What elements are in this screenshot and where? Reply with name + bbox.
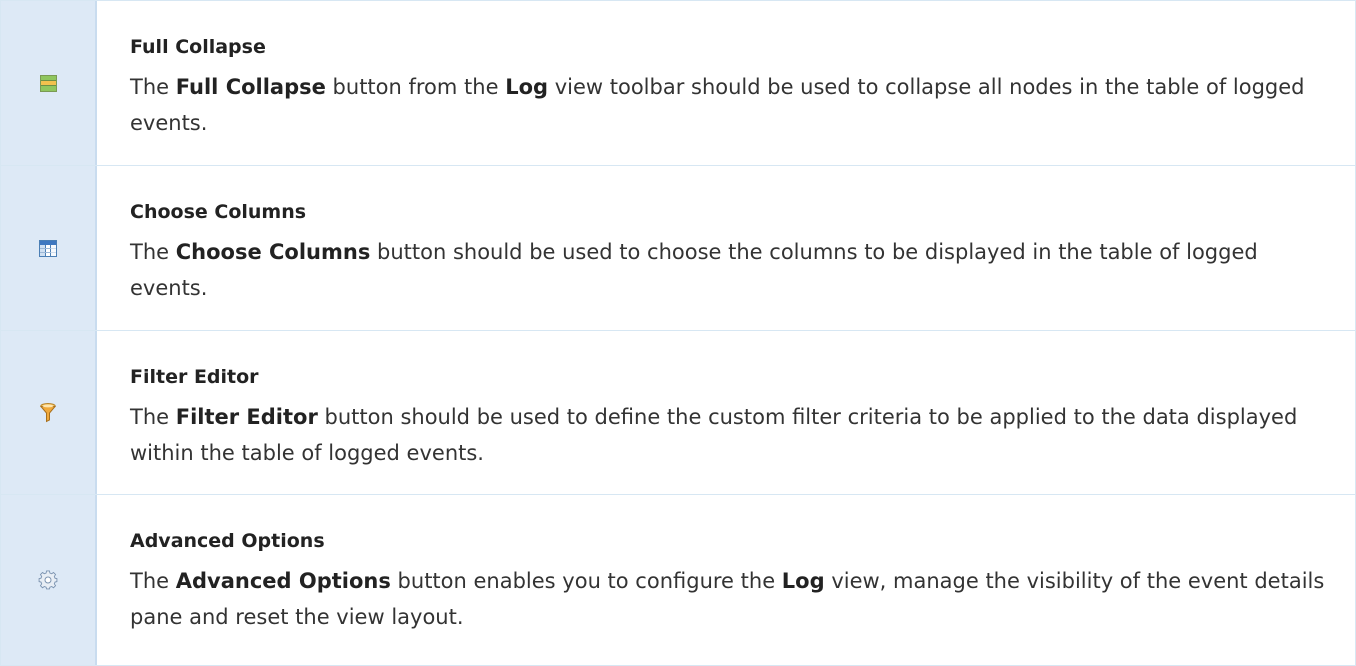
- table-row: Filter Editor The Filter Editor button s…: [0, 331, 1356, 495]
- row-description: The Full Collapse button from the Log vi…: [130, 69, 1333, 141]
- desc-text: The: [130, 75, 176, 99]
- desc-bold: Log: [781, 569, 825, 593]
- row-description: The Filter Editor button should be used …: [130, 399, 1333, 471]
- row-description: The Choose Columns button should be used…: [130, 234, 1333, 306]
- table-row: Choose Columns The Choose Columns button…: [0, 166, 1356, 331]
- row-title: Full Collapse: [130, 36, 266, 58]
- desc-bold: Advanced Options: [175, 569, 391, 593]
- choose-columns-icon: [39, 239, 57, 257]
- desc-text: The: [130, 240, 176, 264]
- icon-cell: [0, 331, 97, 494]
- text-cell: Full Collapse The Full Collapse button f…: [97, 1, 1356, 165]
- row-title: Filter Editor: [130, 366, 259, 388]
- table-row: Full Collapse The Full Collapse button f…: [0, 0, 1356, 166]
- row-title: Advanced Options: [130, 530, 325, 552]
- text-cell: Filter Editor The Filter Editor button s…: [97, 331, 1356, 494]
- filter-icon: [40, 402, 56, 422]
- table-row: Advanced Options The Advanced Options bu…: [0, 495, 1356, 666]
- toolbar-buttons-table: Full Collapse The Full Collapse button f…: [0, 0, 1356, 666]
- desc-text: The: [130, 569, 176, 593]
- icon-cell: [0, 1, 97, 165]
- icon-cell: [0, 495, 97, 665]
- desc-bold: Full Collapse: [175, 75, 326, 99]
- desc-text: button from the: [325, 75, 506, 99]
- text-cell: Advanced Options The Advanced Options bu…: [97, 495, 1356, 665]
- icon-cell: [0, 166, 97, 330]
- gear-icon: [38, 570, 58, 590]
- desc-bold: Filter Editor: [175, 405, 318, 429]
- desc-text: button enables you to configure the: [390, 569, 782, 593]
- desc-bold: Choose Columns: [175, 240, 371, 264]
- desc-bold: Log: [505, 75, 549, 99]
- text-cell: Choose Columns The Choose Columns button…: [97, 166, 1356, 330]
- desc-text: The: [130, 405, 176, 429]
- row-description: The Advanced Options button enables you …: [130, 563, 1333, 635]
- row-title: Choose Columns: [130, 201, 307, 223]
- full-collapse-icon: [39, 74, 57, 92]
